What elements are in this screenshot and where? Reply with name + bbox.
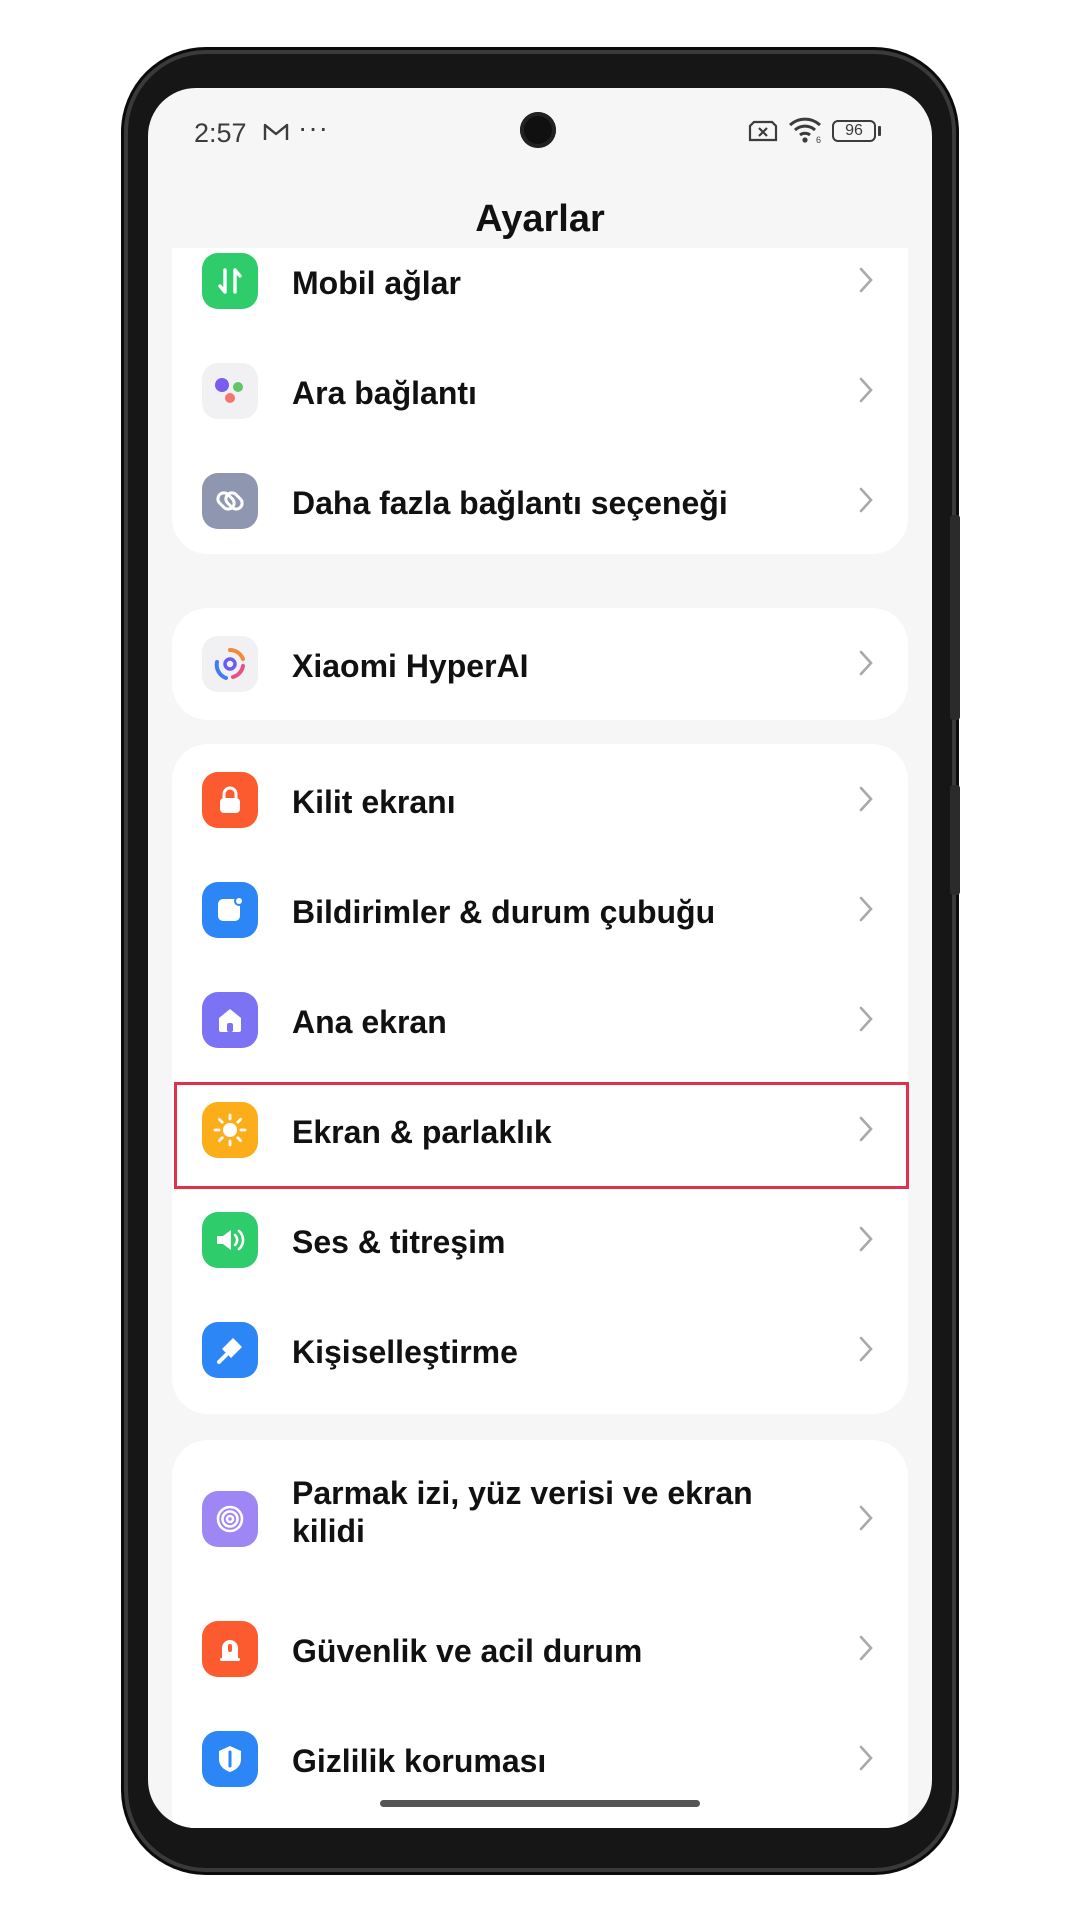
sun-icon: [202, 1102, 258, 1158]
mobile-data-icon: [202, 253, 258, 309]
settings-item-mobile-networks[interactable]: Mobil ağlar: [172, 226, 908, 336]
chevron-right-icon: [858, 895, 874, 928]
link-icon: [202, 473, 258, 529]
settings-item-label: Ara bağlantı: [292, 375, 477, 411]
chevron-right-icon: [858, 1744, 874, 1777]
chevron-right-icon: [858, 1225, 874, 1258]
lock-icon: [202, 772, 258, 828]
settings-group-ai: Xiaomi HyperAI: [172, 608, 908, 720]
front-camera: [520, 112, 556, 148]
wifi-icon: 6: [788, 116, 824, 149]
interconnect-icon: [202, 363, 258, 419]
settings-item-interconnect[interactable]: Ara bağlantı: [172, 336, 908, 446]
power-button: [950, 785, 960, 895]
settings-item-privacy[interactable]: Gizlilik koruması: [172, 1704, 908, 1814]
settings-item-label: Daha fazla bağlantı seçeneği: [292, 485, 728, 521]
settings-item-label: Ekran & parlaklık: [292, 1114, 552, 1150]
settings-item-label: Ana ekran: [292, 1004, 447, 1040]
emergency-icon: [202, 1621, 258, 1677]
settings-item-label: Kişiselleştirme: [292, 1334, 518, 1370]
settings-item-label: Gizlilik koruması: [292, 1743, 547, 1779]
volume-button: [950, 515, 960, 720]
chevron-right-icon: [858, 1335, 874, 1368]
chevron-right-icon: [858, 649, 874, 682]
settings-item-label: Güvenlik ve acil durum: [292, 1633, 643, 1669]
chevron-right-icon: [858, 1634, 874, 1667]
settings-item-personalization[interactable]: Kişiselleştirme: [172, 1295, 908, 1405]
speaker-icon: [202, 1212, 258, 1268]
settings-item-label: Bildirimler & durum çubuğu: [292, 894, 716, 930]
battery-tip: [878, 126, 881, 136]
settings-item-label: Ses & titreşim: [292, 1224, 506, 1260]
settings-item-sound-vibration[interactable]: Ses & titreşim: [172, 1185, 908, 1295]
chevron-right-icon: [858, 1504, 874, 1537]
status-bar: 2:57 ··· 6 96: [148, 88, 932, 178]
home-icon: [202, 992, 258, 1048]
settings-item-more-connectivity[interactable]: Daha fazla bağlantı seçeneği: [172, 446, 908, 556]
settings-group-security: Parmak izi, yüz verisi ve ekran kilidi G…: [172, 1440, 908, 1828]
settings-item-label: Mobil ağlar: [292, 265, 461, 301]
hyperai-icon: [202, 636, 258, 692]
chevron-right-icon: [858, 376, 874, 409]
settings-group-connectivity: Mobil ağlar Ara bağlantı Daha fazla bağl…: [172, 248, 908, 554]
settings-item-label: Parmak izi, yüz verisi ve ekran kilidi: [292, 1475, 753, 1549]
settings-item-label: Xiaomi HyperAI: [292, 648, 529, 684]
chevron-right-icon: [858, 1005, 874, 1038]
settings-item-label: Kilit ekranı: [292, 784, 456, 820]
settings-item-lock-screen[interactable]: Kilit ekranı: [172, 745, 908, 855]
battery-indicator: 96: [832, 120, 876, 142]
fingerprint-icon: [202, 1491, 258, 1547]
no-sim-icon: [748, 120, 778, 147]
brush-icon: [202, 1322, 258, 1378]
settings-item-notifications[interactable]: Bildirimler & durum çubuğu: [172, 855, 908, 965]
chevron-right-icon: [858, 1115, 874, 1148]
privacy-icon: [202, 1731, 258, 1787]
settings-item-home-screen[interactable]: Ana ekran: [172, 965, 908, 1075]
svg-text:6: 6: [816, 135, 821, 144]
notification-icon: [202, 882, 258, 938]
more-notifications-icon: ···: [298, 112, 329, 143]
settings-item-fingerprint-face[interactable]: Parmak izi, yüz verisi ve ekran kilidi: [172, 1456, 908, 1582]
settings-group-display: Kilit ekranı Bildirimler & durum çubuğu …: [172, 744, 908, 1414]
status-time: 2:57: [194, 118, 247, 148]
chevron-right-icon: [858, 486, 874, 519]
settings-item-xiaomi-hyperai[interactable]: Xiaomi HyperAI: [172, 609, 908, 719]
home-indicator[interactable]: [380, 1800, 700, 1807]
chevron-right-icon: [858, 266, 874, 299]
screen: 2:57 ··· 6 96 Ayarlar Mobil ağlar Ara ba…: [148, 88, 932, 1828]
settings-item-security-emergency[interactable]: Güvenlik ve acil durum: [172, 1594, 908, 1704]
chevron-right-icon: [858, 785, 874, 818]
settings-item-display-brightness[interactable]: Ekran & parlaklık: [172, 1075, 908, 1185]
gmail-icon: [263, 122, 289, 147]
